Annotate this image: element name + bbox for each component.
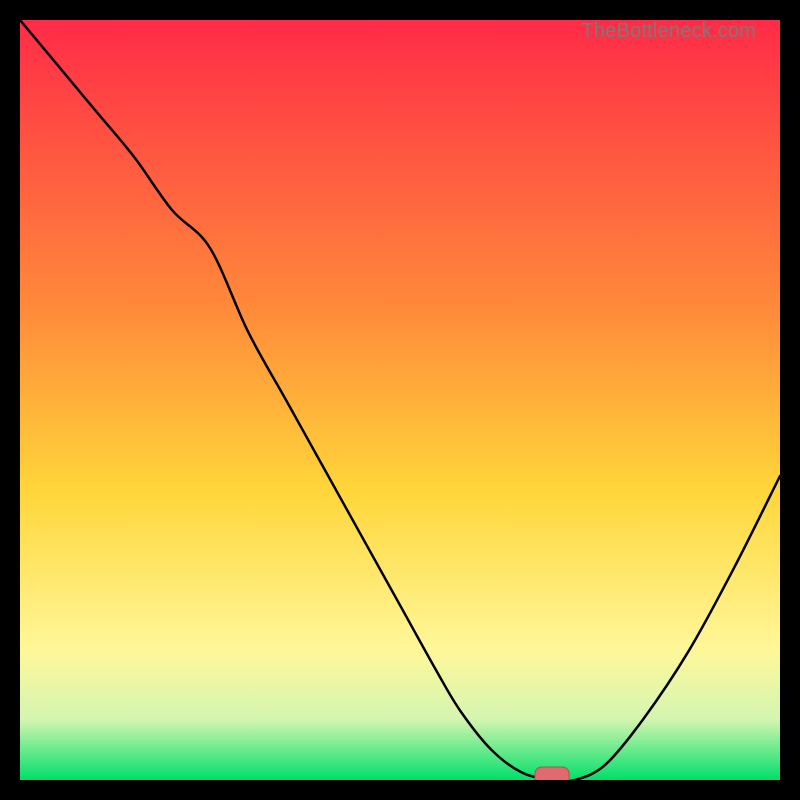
plot-svg xyxy=(20,20,780,780)
watermark-text: TheBottleneck.com xyxy=(581,20,756,43)
optimal-point-marker xyxy=(535,767,569,780)
plot-area: TheBottleneck.com xyxy=(20,20,780,780)
bottleneck-curve xyxy=(20,20,780,780)
chart-frame: TheBottleneck.com xyxy=(0,0,800,800)
